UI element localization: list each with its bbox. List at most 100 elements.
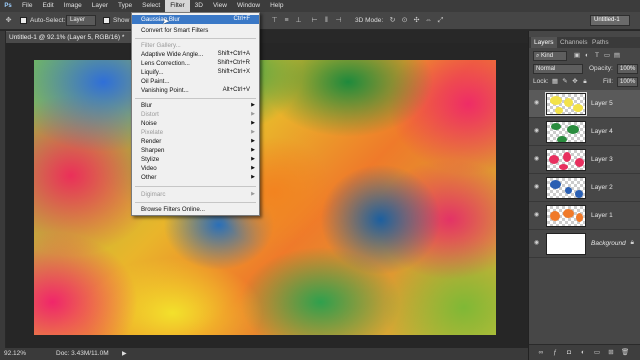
3d-rotate-icon[interactable]: ↻ (388, 16, 397, 25)
filter-smart-object-icon[interactable]: ▤ (613, 52, 621, 60)
menu-filter[interactable]: Filter (165, 0, 190, 12)
menu-item-label: Vanishing Point... (141, 87, 189, 94)
3d-scale-icon[interactable]: ⤢ (436, 16, 445, 25)
menu-item-shortcut: Shift+Ctrl+X (217, 69, 250, 75)
layer-row[interactable]: ◉ Background 🔒︎ (529, 230, 640, 258)
menu-separator (135, 38, 256, 39)
layer-row[interactable]: ◉ Layer 3 (529, 146, 640, 174)
opacity-label: Opacity: (589, 65, 613, 72)
menu-item-label: Distort (141, 111, 159, 118)
menu-item-oil-paint[interactable]: Oil Paint... (132, 77, 259, 86)
align-bottom-icon[interactable]: ⊥ (294, 16, 303, 25)
3d-mode-label: 3D Mode: (355, 17, 384, 24)
fill-input[interactable]: 100% (617, 77, 638, 87)
layer-row[interactable]: ◉ Layer 5 (529, 90, 640, 118)
menu-edit[interactable]: Edit (37, 0, 58, 12)
filter-shape-icon[interactable]: ▭ (603, 52, 611, 60)
filter-adjustment-icon[interactable]: ◐ (583, 52, 591, 60)
layer-name[interactable]: Layer 3 (591, 156, 613, 163)
lock-image-icon[interactable]: ✎ (561, 78, 569, 86)
visibility-eye-icon[interactable]: ◉ (534, 156, 541, 163)
menu-item-label: Stylize (141, 156, 160, 163)
layer-name[interactable]: Layer 2 (591, 184, 613, 191)
menu-item-other[interactable]: Other ▶ (132, 173, 259, 182)
show-transform-checkbox[interactable] (103, 17, 110, 24)
menu-help[interactable]: Help (265, 0, 288, 12)
visibility-eye-icon[interactable]: ◉ (534, 240, 541, 247)
filter-type-icon[interactable]: T (593, 52, 601, 60)
zoom-level[interactable]: 92.12% (4, 348, 26, 360)
mouse-cursor-icon: ➤ (162, 16, 170, 26)
lock-position-icon[interactable]: ✥ (571, 78, 579, 86)
new-group-icon[interactable]: ▭ (593, 349, 601, 357)
align-left-icon[interactable]: ⊢ (310, 16, 319, 25)
layer-style-icon[interactable]: ƒ (551, 349, 559, 357)
menu-item-gaussian-blur[interactable]: Gaussian Blur Ctrl+F (132, 15, 259, 24)
layer-row[interactable]: ◉ Layer 1 (529, 202, 640, 230)
delete-layer-icon[interactable]: 🗑︎ (621, 349, 629, 357)
menu-select[interactable]: Select (137, 0, 165, 12)
menu-item-stylize[interactable]: Stylize ▶ (132, 155, 259, 164)
document-canvas[interactable] (34, 60, 496, 335)
new-layer-icon[interactable]: ⊞ (607, 349, 615, 357)
menu-item-convert-smart-filters[interactable]: Convert for Smart Filters (132, 26, 259, 35)
tab-channels[interactable]: Channels (557, 37, 590, 48)
menu-view[interactable]: View (208, 0, 232, 12)
menu-item-blur[interactable]: Blur ▶ (132, 101, 259, 110)
menu-item-label: Oil Paint... (141, 78, 170, 85)
menu-window[interactable]: Window (232, 0, 265, 12)
opacity-input[interactable]: 100% (617, 64, 638, 74)
menu-item-vanishing-point[interactable]: Vanishing Point... Alt+Ctrl+V (132, 86, 259, 95)
blend-mode-dropdown[interactable]: Normal (533, 64, 583, 74)
menu-item-lens-correction[interactable]: Lens Correction... Shift+Ctrl+R (132, 59, 259, 68)
menu-image[interactable]: Image (59, 0, 87, 12)
align-middle-icon[interactable]: ≡ (282, 16, 291, 25)
layer-name[interactable]: Layer 4 (591, 128, 613, 135)
menu-item-render[interactable]: Render ▶ (132, 137, 259, 146)
3d-roll-icon[interactable]: ⊙ (400, 16, 409, 25)
menu-item-sharpen[interactable]: Sharpen ▶ (132, 146, 259, 155)
auto-select-checkbox[interactable] (20, 17, 27, 24)
menu-item-video[interactable]: Video ▶ (132, 164, 259, 173)
visibility-eye-icon[interactable]: ◉ (534, 128, 541, 135)
menu-layer[interactable]: Layer (87, 0, 113, 12)
menu-item-pixelate: Pixelate ▶ (132, 128, 259, 137)
workspace-dropdown[interactable]: Untitled-1 (590, 15, 630, 26)
visibility-eye-icon[interactable]: ◉ (534, 184, 541, 191)
layer-row[interactable]: ◉ Layer 2 (529, 174, 640, 202)
menu-item-label: Video (141, 165, 157, 172)
filter-pixel-icon[interactable]: ▣ (573, 52, 581, 60)
layer-thumbnail (546, 177, 586, 199)
status-menu-arrow-icon[interactable]: ▶ (122, 348, 127, 360)
align-right-icon[interactable]: ⊣ (334, 16, 343, 25)
lock-transparent-icon[interactable]: ▦ (551, 78, 559, 86)
link-layers-icon[interactable]: ∞ (537, 349, 545, 357)
layer-kind-filter[interactable]: ⌕ Kind (533, 51, 567, 61)
lock-all-icon[interactable]: 🔒︎ (581, 78, 589, 86)
layer-name[interactable]: Layer 1 (591, 212, 613, 219)
add-mask-icon[interactable]: ◘ (565, 349, 573, 357)
move-tool-icon[interactable]: ✥ (4, 16, 13, 25)
menu-file[interactable]: File (17, 0, 37, 12)
menu-item-adaptive-wide-angle[interactable]: Adaptive Wide Angle... Shift+Ctrl+A (132, 50, 259, 59)
menu-type[interactable]: Type (113, 0, 137, 12)
filter-row: ⌕ Kind ▣ ◐ T ▭ ▤ (529, 50, 640, 62)
layer-name[interactable]: Layer 5 (591, 100, 613, 107)
layer-row[interactable]: ◉ Layer 4 (529, 118, 640, 146)
align-top-icon[interactable]: ⊤ (270, 16, 279, 25)
menu-item-liquify[interactable]: Liquify... Shift+Ctrl+X (132, 68, 259, 77)
align-center-icon[interactable]: ‖ (322, 16, 331, 25)
layer-name[interactable]: Background (591, 240, 626, 247)
menu-item-browse-filters-online[interactable]: Browse Filters Online... (132, 205, 259, 214)
auto-select-label: Auto-Select: (30, 17, 66, 24)
tab-paths[interactable]: Paths (589, 37, 612, 48)
auto-select-dropdown[interactable]: Layer (66, 15, 96, 26)
visibility-eye-icon[interactable]: ◉ (534, 100, 541, 107)
menu-item-noise[interactable]: Noise ▶ (132, 119, 259, 128)
3d-pan-icon[interactable]: ✣ (412, 16, 421, 25)
adjustment-layer-icon[interactable]: ◐ (579, 349, 587, 357)
3d-slide-icon[interactable]: ⇔ (424, 16, 433, 25)
menu-3d[interactable]: 3D (190, 0, 208, 12)
visibility-eye-icon[interactable]: ◉ (534, 212, 541, 219)
tab-layers[interactable]: Layers (531, 37, 557, 48)
